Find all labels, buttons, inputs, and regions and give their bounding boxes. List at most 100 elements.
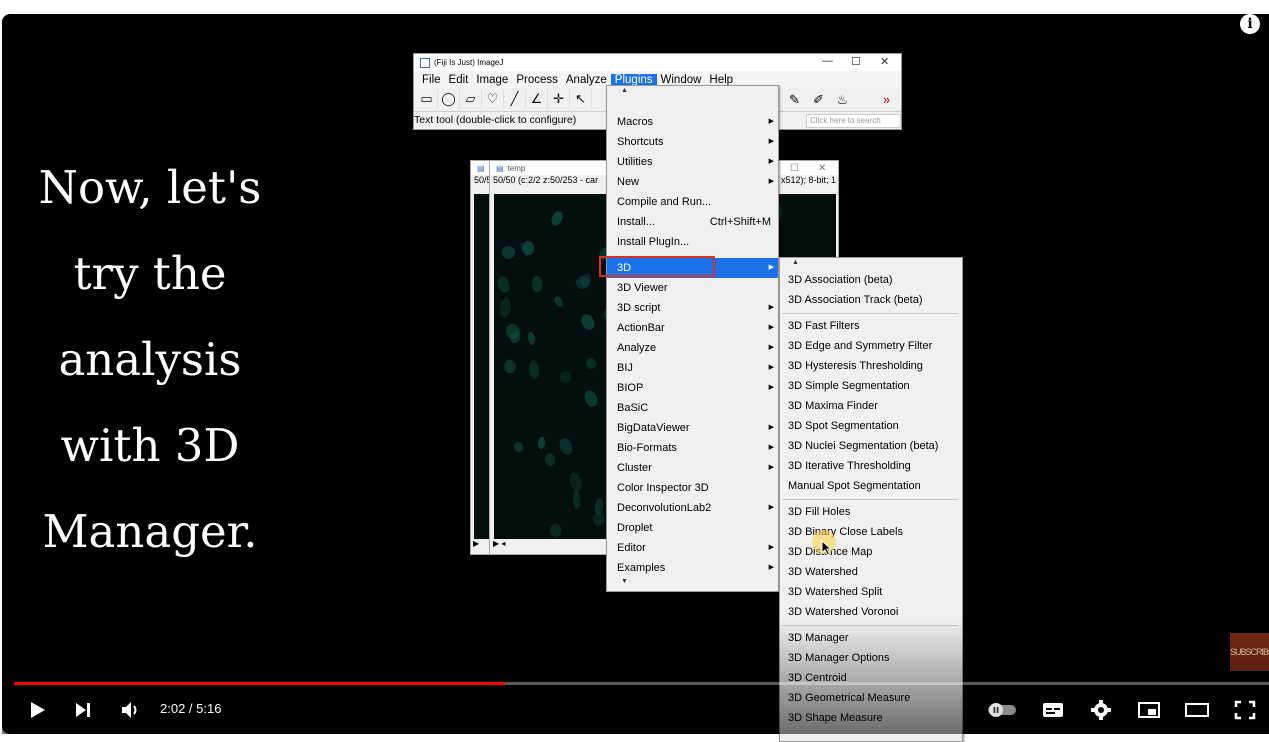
scroll-up-icon[interactable]: ▲ <box>621 87 628 94</box>
plugins-menu-item[interactable]: DeconvolutionLab2 ▶ <box>607 498 778 518</box>
submenu-item[interactable]: 3D Fast Filters <box>780 316 962 336</box>
plugins-menu-item[interactable]: Editor ▶ <box>607 538 778 558</box>
submenu-arrow-icon: ▶ <box>768 158 774 165</box>
plugins-menu-item[interactable]: Compile and Run... <box>607 192 778 212</box>
submenu-item[interactable]: Manual Spot Segmentation <box>780 476 962 496</box>
angle-tool-icon[interactable]: ∠ <box>526 89 548 109</box>
menu-image[interactable]: Image <box>472 74 512 86</box>
submenu-item[interactable]: 3D Maxima Finder <box>780 396 962 416</box>
submenu-item[interactable]: 3D Iterative Thresholding <box>780 456 962 476</box>
rectangle-tool-icon[interactable]: ▭ <box>416 89 438 109</box>
menu-item-label: New <box>617 176 640 188</box>
submenu-item[interactable]: 3D Spot Segmentation <box>780 416 962 436</box>
more-tools-icon[interactable]: » <box>876 90 897 110</box>
plugins-menu-item[interactable]: Shortcuts ▶ <box>607 132 778 152</box>
info-icon[interactable]: i <box>1240 14 1260 34</box>
pencil-tool-icon[interactable]: ✎ <box>784 90 805 110</box>
settings-gear-icon[interactable] <box>1088 698 1114 722</box>
submenu-item[interactable]: 3D Centroid <box>780 668 962 688</box>
menu-item-label: BIOP <box>617 382 644 394</box>
subtitles-icon[interactable] <box>1040 698 1066 722</box>
plugins-menu-item[interactable]: 3D script ▶ <box>607 298 778 318</box>
oval-tool-icon[interactable]: ◯ <box>438 89 460 109</box>
close-icon[interactable]: ✕ <box>880 55 889 68</box>
plugins-menu-item[interactable]: Examples ▶ <box>607 558 778 578</box>
submenu-item[interactable]: 3D Watershed Split <box>780 582 962 602</box>
maximize-icon[interactable]: ☐ <box>851 55 861 68</box>
theater-mode-icon[interactable] <box>1184 698 1210 722</box>
submenu-item[interactable]: 3D Binary Close Labels <box>780 522 962 542</box>
plugins-menu-item[interactable]: BigDataViewer ▶ <box>607 418 778 438</box>
cell-nucleus <box>572 490 580 510</box>
subscribe-badge[interactable]: SUBSCRIBE <box>1230 633 1269 671</box>
polygon-tool-icon[interactable]: ▱ <box>460 89 482 109</box>
plugins-menu-item[interactable]: Utilities ▶ <box>607 152 778 172</box>
fullscreen-icon[interactable] <box>1232 698 1258 722</box>
volume-icon[interactable] <box>118 698 144 722</box>
submenu-item[interactable]: 3D Watershed Voronoi <box>780 602 962 622</box>
plugins-menu-item[interactable]: Cluster ▶ <box>607 458 778 478</box>
menu-edit[interactable]: Edit <box>445 74 473 86</box>
cell-nucleus <box>528 359 540 380</box>
plugins-menu-item[interactable]: 3D Viewer <box>607 278 778 298</box>
plugins-menu-item[interactable]: New ▶ <box>607 172 778 192</box>
plugins-menu-item[interactable]: BIOP ▶ <box>607 378 778 398</box>
menu-window[interactable]: Window <box>657 74 706 86</box>
scroll-up-icon[interactable]: ▲ <box>792 259 799 266</box>
plugins-menu-item[interactable]: Bio-Formats ▶ <box>607 438 778 458</box>
submenu-item[interactable]: 3D Watershed <box>780 562 962 582</box>
plugins-menu-item[interactable]: ActionBar ▶ <box>607 318 778 338</box>
plugins-menu-item[interactable]: Analyze ▶ <box>607 338 778 358</box>
submenu-item[interactable]: 3D Manager <box>780 628 962 648</box>
miniplayer-icon[interactable] <box>1136 698 1162 722</box>
next-icon[interactable] <box>70 698 96 722</box>
brush-tool-icon[interactable]: ✐ <box>808 90 829 110</box>
cell-nucleus <box>549 523 562 538</box>
plugins-menu-item[interactable]: BaSiC <box>607 398 778 418</box>
menu-analyze[interactable]: Analyze <box>562 74 611 86</box>
search-field[interactable]: Click here to search <box>806 114 901 128</box>
plugins-menu-item[interactable]: Install PlugIn... <box>607 232 778 252</box>
menu-plugins[interactable]: Plugins <box>610 73 657 86</box>
submenu-item[interactable]: 3D Distance Map <box>780 542 962 562</box>
submenu-arrow-icon: ▶ <box>768 178 774 185</box>
plugins-menu-item[interactable]: Color Inspector 3D <box>607 478 778 498</box>
plugins-menu-item[interactable]: Droplet <box>607 518 778 538</box>
line-tool-icon[interactable]: ╱ <box>504 89 526 109</box>
menu-process[interactable]: Process <box>512 74 562 86</box>
menu-item-label: Color Inspector 3D <box>617 482 709 494</box>
submenu-item[interactable]: 3D Hysteresis Thresholding <box>780 356 962 376</box>
wand-tool-icon[interactable]: ↖ <box>570 89 592 109</box>
submenu-item[interactable]: 3D Simple Segmentation <box>780 376 962 396</box>
submenu-item[interactable]: 3D Edge and Symmetry Filter <box>780 336 962 356</box>
menu-help[interactable]: Help <box>705 74 737 86</box>
autoplay-toggle-icon[interactable] <box>984 698 1020 722</box>
submenu-arrow-icon: ▶ <box>768 344 774 351</box>
cell-nucleus <box>503 360 516 374</box>
caption-line: Now, let's <box>38 161 262 214</box>
freehand-tool-icon[interactable]: ♡ <box>482 89 504 109</box>
flood-fill-tool-icon[interactable]: ♨ <box>832 90 853 110</box>
point-tool-icon[interactable]: ✛ <box>548 89 570 109</box>
submenu-arrow-icon: ▶ <box>768 324 774 331</box>
submenu-item[interactable]: 3D Nuclei Segmentation (beta) <box>780 436 962 456</box>
menu-separator <box>782 313 958 314</box>
plugins-menu-item[interactable]: Install... Ctrl+Shift+M <box>607 212 778 232</box>
scroll-down-icon[interactable]: ▼ <box>621 578 628 585</box>
menu-item-label: Shortcuts <box>617 136 664 148</box>
close-icon[interactable]: ✕ <box>818 163 826 174</box>
plugins-menu-item[interactable]: BIJ ▶ <box>607 358 778 378</box>
submenu-item[interactable]: 3D Association Track (beta) <box>780 290 962 310</box>
submenu-item[interactable]: 3D Manager Options <box>780 648 962 668</box>
submenu-item[interactable]: 3D Association (beta) <box>780 270 962 290</box>
plugins-menu-item[interactable]: Macros ▶ <box>607 112 778 132</box>
maximize-icon[interactable]: ☐ <box>790 163 799 174</box>
minimize-icon[interactable]: — <box>822 55 833 67</box>
play-icon[interactable] <box>24 698 50 722</box>
submenu-item[interactable]: 3D Fill Holes <box>780 502 962 522</box>
image-window-title: temp <box>507 163 526 173</box>
cell-nucleus <box>566 470 584 493</box>
cell-nucleus <box>531 275 543 292</box>
progress-bar[interactable] <box>14 682 1269 685</box>
menu-file[interactable]: File <box>418 74 445 86</box>
